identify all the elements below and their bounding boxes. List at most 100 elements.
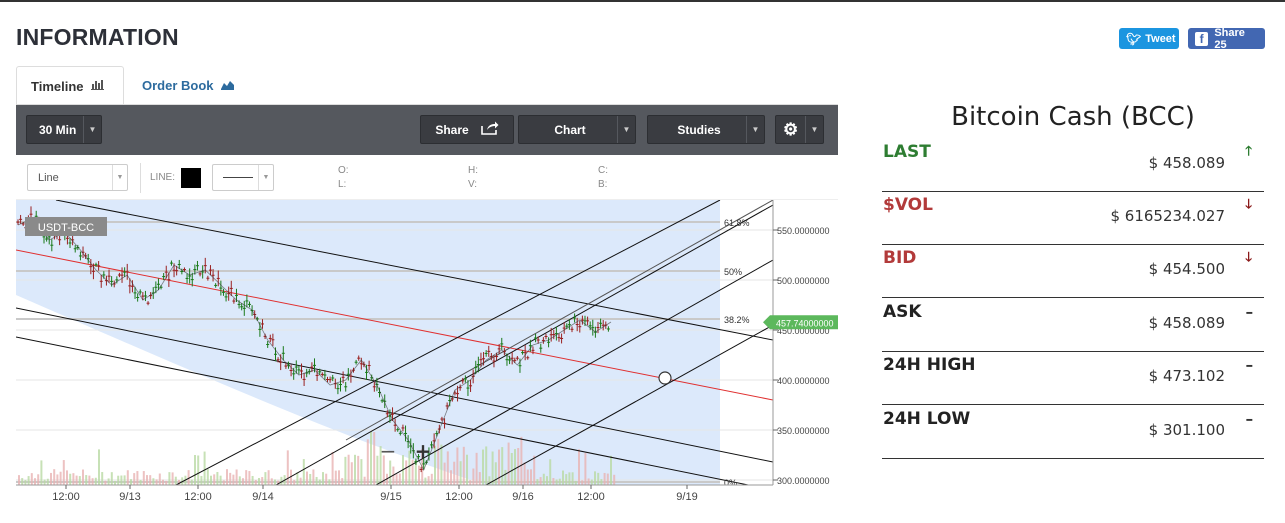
ohlc-low: L:: [338, 179, 347, 190]
volume-bar: [466, 454, 468, 485]
volume-bar: [315, 476, 318, 485]
volume-bar: [590, 479, 593, 485]
volume-bar: [107, 478, 110, 485]
ticker-value: $ 458.089: [1148, 314, 1225, 332]
x-tick-label: 12:00: [184, 491, 212, 503]
volume-bar: [110, 472, 113, 485]
volume-bar: [165, 480, 168, 485]
volume-bar: [552, 478, 555, 485]
volume-bar: [302, 459, 305, 485]
volume-bar: [334, 470, 337, 485]
volume-bar: [475, 452, 478, 485]
chevron-down-icon: ▼: [112, 165, 127, 190]
volume-bar: [280, 476, 283, 485]
share-chart-button[interactable]: Share: [420, 115, 514, 144]
volume-bar: [117, 475, 120, 485]
volume-bar: [562, 470, 564, 485]
volume-bar: [226, 469, 228, 485]
tab-timeline[interactable]: Timeline: [16, 66, 124, 105]
volume-bar: [338, 470, 340, 485]
tweet-button[interactable]: 🐦︎ Tweet: [1119, 28, 1179, 49]
volume-bar: [610, 455, 612, 485]
volume-bar: [546, 476, 548, 485]
zoom-out-button[interactable]: −: [380, 439, 397, 463]
line-color-swatch[interactable]: [181, 168, 201, 188]
interval-select[interactable]: 30 Min ▼: [26, 115, 102, 144]
top-border: [0, 0, 1285, 2]
volume-bar: [222, 480, 225, 485]
volume-bar: [325, 473, 328, 485]
volume-bar: [565, 474, 568, 485]
volume-bar: [507, 442, 510, 485]
volume-bar: [584, 453, 587, 485]
volume-bar: [587, 478, 590, 485]
ticker-value: $ 301.100: [1148, 421, 1225, 439]
volume-bar: [514, 449, 516, 485]
volume-bar: [456, 447, 459, 485]
volume-bar: [472, 468, 475, 485]
volume-bar: [539, 477, 542, 485]
x-tick-label: 9/19: [676, 491, 697, 503]
volume-bar: [520, 436, 523, 485]
volume-bar: [354, 454, 356, 485]
volume-bar: [318, 479, 321, 485]
volume-bar: [104, 480, 107, 485]
dash-icon: ━: [1246, 308, 1252, 318]
volume-bar: [453, 461, 456, 485]
volume-bar: [27, 476, 30, 485]
volume-bar: [597, 472, 600, 485]
volume-bar: [43, 479, 46, 485]
chevron-down-icon: ▼: [805, 116, 823, 143]
volume-bar: [322, 472, 324, 485]
page-title: INFORMATION: [16, 24, 179, 50]
volume-bar: [389, 460, 392, 485]
volume-bar: [152, 478, 155, 485]
volume-bar: [120, 475, 123, 485]
chart-type-button[interactable]: Chart ▼: [518, 115, 636, 144]
volume-bar: [232, 474, 235, 485]
share-chart-label: Share: [435, 122, 469, 137]
facebook-share-button[interactable]: f Share 25: [1188, 27, 1265, 51]
volume-bar: [430, 473, 433, 485]
volume-bar: [130, 479, 132, 485]
dash-icon: ━: [1246, 415, 1252, 425]
ticker-value: $ 6165234.027: [1110, 207, 1225, 225]
volume-bar: [536, 479, 539, 485]
volume-bar: [219, 475, 222, 485]
volume-bar: [478, 472, 481, 485]
volume-bar: [75, 475, 78, 485]
x-tick-label: 12:00: [52, 491, 80, 503]
volume-bar: [78, 476, 81, 485]
line-style-select[interactable]: ▼: [212, 164, 274, 191]
volume-bar: [306, 471, 308, 485]
last-price-label: 457.74000000: [776, 318, 834, 328]
volume-bar: [40, 460, 43, 485]
dash-icon: ━: [1246, 361, 1252, 371]
studies-button[interactable]: Studies ▼: [647, 115, 765, 144]
zoom-in-button[interactable]: +: [415, 439, 432, 463]
ticker-label: 24H LOW: [883, 409, 971, 429]
tab-order-book[interactable]: Order Book: [128, 66, 248, 105]
price-chart[interactable]: 550.0000000500.0000000450.0000000400.000…: [16, 200, 838, 510]
volume-bar: [254, 479, 257, 485]
ticker-row-24h-low: 24H LOW $ 301.100 ━: [882, 405, 1264, 459]
line-style-preview: [223, 177, 253, 178]
chevron-down-icon: ▼: [83, 116, 101, 143]
settings-button[interactable]: ⚙ ▼: [775, 115, 824, 144]
fib-level-label: 38.2%: [724, 315, 750, 325]
volume-bar: [139, 480, 142, 485]
volume-bar: [261, 477, 264, 485]
volume-bar: [571, 472, 574, 485]
ticker-label: BID: [883, 248, 917, 268]
chart-options-bar: Line ▼ LINE: ▼ O: L: H: V: C: B:: [16, 155, 838, 200]
volume-bar: [46, 478, 49, 485]
volume-bar: [347, 454, 350, 485]
volume-bar: [568, 472, 571, 485]
ticker-row-last: LAST $ 458.089 🡑: [882, 138, 1264, 192]
x-tick-label: 9/16: [512, 491, 533, 503]
area-chart-icon: [220, 79, 234, 93]
series-type-select[interactable]: Line ▼: [27, 164, 128, 191]
tweet-label: Tweet: [1145, 32, 1176, 45]
volume-bar: [312, 469, 315, 485]
ticker-row-bid: BID $ 454.500 🡓: [882, 244, 1264, 298]
